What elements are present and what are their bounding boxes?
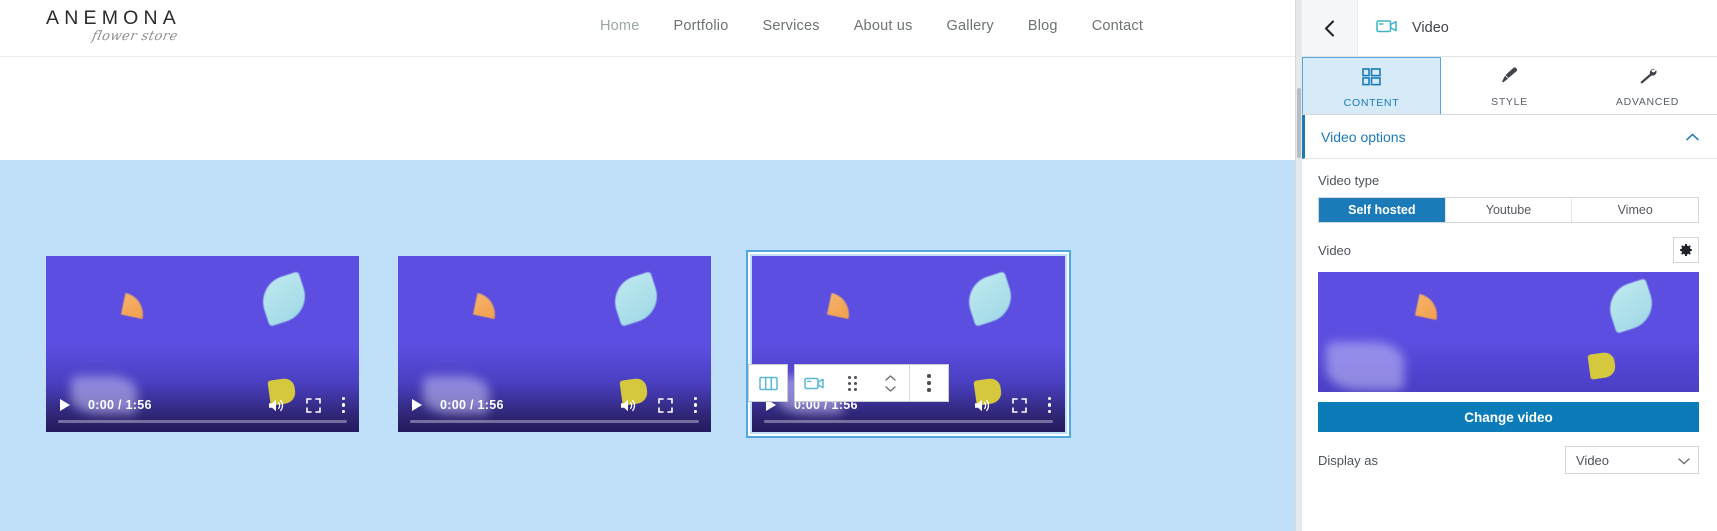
change-video-button[interactable]: Change video (1318, 402, 1699, 432)
video-player-2[interactable]: 0:00 / 1:56 (398, 256, 711, 432)
display-as-label: Display as (1318, 452, 1378, 468)
panel-tabs: CONTENT STYLE ADVANCED (1302, 57, 1717, 115)
wrench-icon (1638, 67, 1657, 90)
orange-petal-shape (472, 292, 499, 319)
chevron-down-icon (1678, 453, 1690, 468)
layout-icon (1362, 67, 1381, 91)
selected-widget-outline: 0:00 / 1:56 (746, 250, 1071, 438)
video-field-header: Video (1318, 237, 1699, 263)
tab-content-label: CONTENT (1343, 96, 1400, 109)
fullscreen-icon[interactable] (657, 397, 673, 413)
tab-advanced-label: ADVANCED (1615, 96, 1680, 108)
site-navigation: Home Portfolio Services About us Gallery… (600, 18, 1143, 34)
chevron-up-icon[interactable] (1686, 128, 1699, 146)
tab-content[interactable]: CONTENT (1302, 57, 1441, 114)
video-player-3[interactable]: 0:00 / 1:56 (752, 256, 1065, 432)
panel-title: Video (1412, 20, 1449, 36)
cyan-petal-shape (608, 271, 664, 327)
video-type-label: Video type (1318, 173, 1380, 188)
video-icon (1376, 18, 1398, 39)
app-root: ANEMONA flower store Home Portfolio Serv… (0, 0, 1717, 531)
video-more-options-icon[interactable] (693, 396, 697, 414)
video-preview-scene (1318, 272, 1699, 392)
yellow-petal-shape (1587, 350, 1617, 380)
chevron-left-icon[interactable] (1302, 0, 1358, 56)
video-type-youtube[interactable]: Youtube (1445, 198, 1573, 222)
orange-petal-shape (826, 292, 853, 319)
video-type-self-hosted[interactable]: Self hosted (1319, 198, 1446, 222)
cyan-petal-shape (256, 271, 312, 327)
tab-advanced[interactable]: ADVANCED (1579, 57, 1717, 114)
video-thumbnail-preview[interactable] (1318, 272, 1699, 392)
brush-icon (1500, 67, 1519, 90)
video-player-1[interactable]: 0:00 / 1:56 (46, 256, 359, 432)
video-progress-bar[interactable] (58, 420, 347, 423)
volume-icon[interactable] (974, 398, 991, 413)
video-type-vimeo[interactable]: Vimeo (1572, 198, 1698, 222)
reorder-arrows-icon[interactable] (871, 365, 909, 401)
video-widget-icon[interactable] (795, 365, 833, 401)
nav-link-gallery[interactable]: Gallery (947, 18, 994, 34)
lavender-blur-shape (1325, 341, 1404, 390)
section-video-options[interactable]: Video options (1302, 115, 1717, 159)
fullscreen-icon[interactable] (1011, 397, 1027, 413)
video-type-segmented-control: Self hosted Youtube Vimeo (1318, 197, 1699, 223)
volume-icon[interactable] (268, 398, 285, 413)
play-button[interactable] (60, 399, 70, 411)
video-field-label: Video (1318, 242, 1352, 258)
tab-style-label: STYLE (1491, 96, 1528, 108)
panel-header: Video (1302, 0, 1717, 57)
cyan-petal-shape (1603, 278, 1660, 334)
panel-scrollbar[interactable] (1296, 0, 1302, 531)
column-toolbar-group (748, 364, 788, 402)
nav-link-contact[interactable]: Contact (1092, 18, 1143, 34)
gear-icon[interactable] (1673, 237, 1699, 263)
tab-style[interactable]: STYLE (1441, 57, 1579, 114)
video-more-options-icon[interactable] (341, 396, 345, 414)
play-button[interactable] (412, 399, 422, 411)
video-controls: 0:00 / 1:56 (398, 386, 711, 432)
site-header: ANEMONA flower store Home Portfolio Serv… (0, 0, 1295, 57)
nav-link-home[interactable]: Home (600, 18, 639, 34)
volume-icon[interactable] (620, 398, 637, 413)
logo-secondary-text: flower store (90, 29, 180, 44)
nav-link-services[interactable]: Services (762, 18, 819, 34)
video-progress-bar[interactable] (410, 420, 699, 423)
website-canvas: ANEMONA flower store Home Portfolio Serv… (0, 0, 1295, 531)
video-more-options-icon[interactable] (1047, 396, 1051, 414)
element-toolbar (748, 364, 949, 402)
cyan-petal-shape (962, 271, 1018, 327)
more-options-icon[interactable] (910, 365, 948, 401)
columns-icon[interactable] (749, 365, 787, 401)
video-time: 0:00 / 1:56 (88, 398, 152, 412)
site-logo[interactable]: ANEMONA flower store (46, 7, 296, 44)
video-controls: 0:00 / 1:56 (46, 386, 359, 432)
panel-body: Video type Self hosted Youtube Vimeo Vid… (1302, 159, 1717, 474)
section-title: Video options (1321, 128, 1406, 145)
drag-handle-icon[interactable] (833, 365, 871, 401)
video-time: 0:00 / 1:56 (440, 398, 504, 412)
nav-link-blog[interactable]: Blog (1028, 18, 1058, 34)
video-section-band: 0:00 / 1:56 0:00 / 1:56 0:00 / 1:56 (0, 160, 1295, 531)
nav-link-portfolio[interactable]: Portfolio (673, 18, 728, 34)
logo-primary-text: ANEMONA (46, 7, 181, 29)
fullscreen-icon[interactable] (305, 397, 321, 413)
orange-petal-shape (1415, 293, 1442, 321)
orange-petal-shape (120, 292, 147, 319)
widget-toolbar-group (794, 364, 949, 402)
display-as-row: Display as Video (1318, 446, 1699, 474)
video-progress-bar[interactable] (764, 420, 1053, 423)
editor-panel: Video CONTENT STYLE ADVANCED Video optio… (1295, 0, 1717, 531)
nav-link-about-us[interactable]: About us (854, 18, 913, 34)
display-as-select[interactable]: Video (1565, 446, 1699, 474)
display-as-value: Video (1576, 452, 1610, 468)
